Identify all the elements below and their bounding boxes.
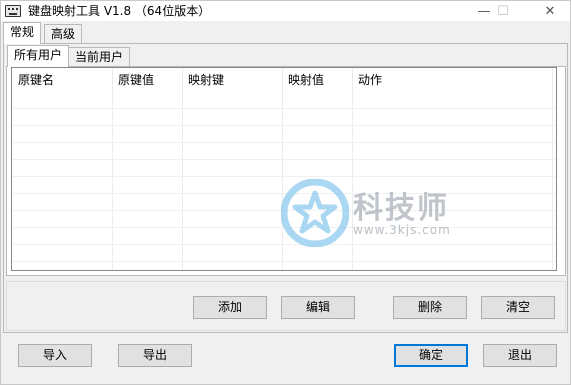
column-header-mapped-key[interactable]: 映射键	[182, 68, 282, 92]
row-gridline	[12, 159, 556, 160]
tab-advanced[interactable]: 高级	[44, 24, 83, 43]
row-gridline	[12, 176, 556, 177]
title-bar[interactable]: 键盘映射工具 V1.8 （64位版本） — ☐ ✕	[1, 1, 570, 21]
close-icon: ✕	[544, 3, 556, 19]
export-button[interactable]: 导出	[118, 344, 192, 367]
column-divider	[282, 68, 283, 270]
column-header-mapped-value[interactable]: 映射值	[282, 68, 352, 92]
column-header-source-key-value[interactable]: 原键值	[112, 68, 182, 92]
column-divider	[552, 68, 553, 270]
tab-current-user-label: 当前用户	[75, 50, 124, 64]
clear-button[interactable]: 清空	[481, 296, 555, 319]
row-gridline	[12, 108, 556, 109]
maximize-icon: ☐	[497, 3, 509, 19]
close-button[interactable]: ✕	[533, 1, 567, 21]
column-header-action[interactable]: 动作	[352, 68, 552, 92]
row-gridline	[12, 227, 556, 228]
window-title: 键盘映射工具 V1.8 （64位版本）	[28, 4, 211, 18]
tab-general[interactable]: 常规	[3, 22, 42, 44]
edit-button[interactable]: 编辑	[281, 296, 355, 319]
tab-current-user[interactable]: 当前用户	[68, 47, 131, 66]
column-divider	[182, 68, 183, 270]
tab-all-users[interactable]: 所有用户	[7, 45, 70, 67]
main-window: 键盘映射工具 V1.8 （64位版本） — ☐ ✕ 常规 高级 所有用户 当前用…	[0, 0, 571, 385]
row-gridline	[12, 193, 556, 194]
exit-button[interactable]: 退出	[483, 344, 557, 367]
maximize-button[interactable]: ☐	[486, 1, 520, 21]
keyboard-icon	[5, 5, 21, 17]
row-gridline	[12, 244, 556, 245]
column-divider	[112, 68, 113, 270]
import-button[interactable]: 导入	[18, 344, 92, 367]
column-header-source-key-name[interactable]: 原键名	[12, 68, 112, 92]
row-gridline	[12, 142, 556, 143]
row-gridline	[12, 125, 556, 126]
row-gridline	[12, 261, 556, 262]
tab-general-label: 常规	[10, 25, 35, 39]
tab-all-users-label: 所有用户	[14, 48, 63, 62]
tab-advanced-label: 高级	[51, 27, 76, 41]
row-gridline	[12, 210, 556, 211]
column-divider	[352, 68, 353, 270]
delete-button[interactable]: 删除	[393, 296, 467, 319]
ok-button[interactable]: 确定	[394, 344, 468, 367]
add-button[interactable]: 添加	[193, 296, 267, 319]
key-mapping-list[interactable]: 原键名 原键值 映射键 映射值 动作	[11, 67, 557, 271]
